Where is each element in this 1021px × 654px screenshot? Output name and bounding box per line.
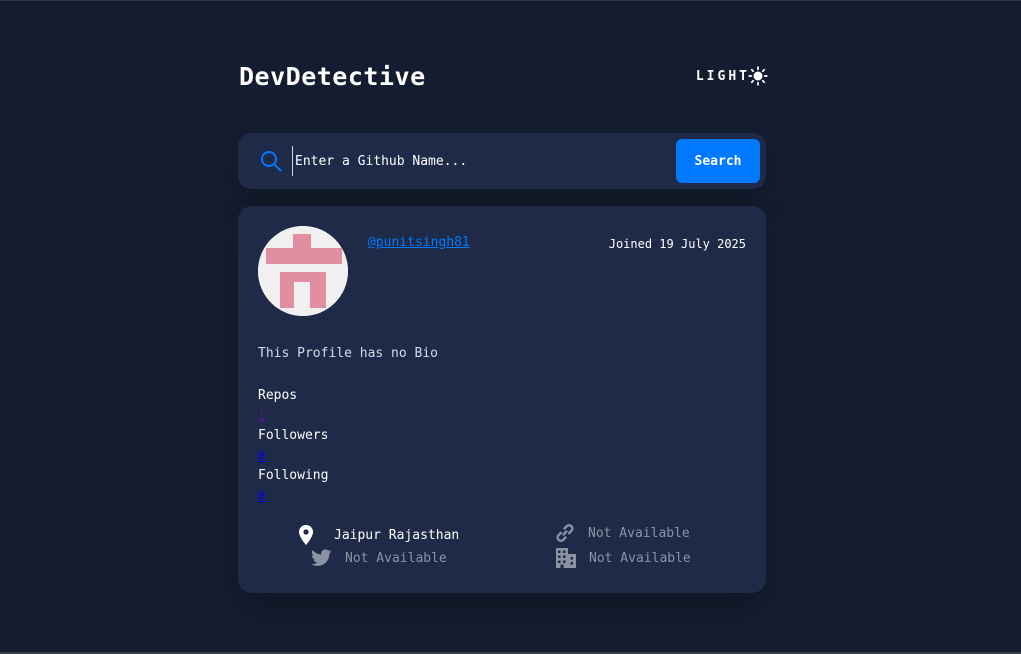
- profile-card: @punitsingh81 Joined 19 July 2025 This P…: [238, 206, 766, 593]
- app-title: DevDetective: [239, 62, 426, 91]
- profile-stats: Repos 1 Followers 0 Following 0: [258, 386, 328, 506]
- company-text: Not Available: [589, 550, 691, 566]
- followers-label: Followers: [258, 428, 329, 443]
- username-link[interactable]: @punitsingh81: [368, 235, 470, 250]
- header: DevDetective LIGHT: [238, 60, 768, 100]
- location-pin-icon: [298, 524, 314, 546]
- twitter-icon: [310, 548, 332, 568]
- search-button[interactable]: Search: [676, 139, 760, 183]
- search-icon: [261, 151, 282, 172]
- avatar: [258, 226, 348, 316]
- top-border: [0, 0, 1021, 1]
- profile-bio: This Profile has no Bio: [258, 346, 439, 361]
- website-item: Not Available: [554, 522, 690, 544]
- location-text: Jaipur Rajasthan: [334, 527, 460, 543]
- repos-count-link[interactable]: 1: [258, 406, 328, 426]
- theme-toggle-button[interactable]: LIGHT: [696, 66, 768, 86]
- website-text: Not Available: [588, 525, 690, 541]
- building-icon: [556, 548, 576, 568]
- following-count-link[interactable]: 0: [258, 486, 328, 506]
- twitter-text: Not Available: [345, 550, 447, 566]
- joined-date: Joined 19 July 2025: [608, 237, 746, 251]
- identicon-image: [258, 226, 348, 316]
- followers-count-link[interactable]: 0: [258, 446, 328, 466]
- search-bar: Search: [238, 133, 766, 189]
- theme-toggle-label: LIGHT: [695, 68, 750, 84]
- sun-icon: [748, 66, 768, 86]
- location-item: Jaipur Rajasthan: [298, 524, 459, 546]
- company-item: Not Available: [556, 548, 691, 568]
- search-input[interactable]: [292, 146, 665, 176]
- link-icon: [554, 522, 576, 544]
- following-label: Following: [258, 468, 329, 483]
- twitter-item: Not Available: [310, 548, 447, 568]
- repos-label: Repos: [258, 388, 298, 403]
